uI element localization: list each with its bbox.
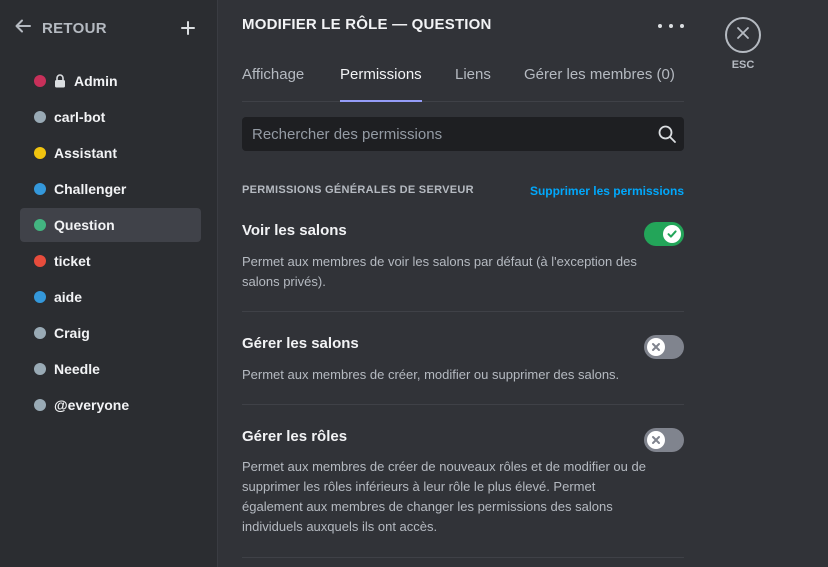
role-name: carl-bot <box>54 109 106 125</box>
toggle-knob <box>663 225 681 243</box>
page-title: MODIFIER LE RÔLE — QUESTION <box>242 16 492 33</box>
tab-links[interactable]: Liens <box>455 66 491 102</box>
role-list: Admin carl-bot Assistant Challenger Ques… <box>20 64 201 424</box>
role-name: aide <box>54 289 83 305</box>
permission-row-manage-channels: Gérer les salons Permet aux membres de c… <box>242 335 684 405</box>
toggle-knob <box>647 338 665 356</box>
section-header: PERMISSIONS GÉNÉRALES DE SERVEUR Supprim… <box>242 184 684 200</box>
permission-toggle[interactable] <box>644 335 684 359</box>
tab-display[interactable]: Affichage <box>242 66 304 102</box>
tab-manage-members[interactable]: Gérer les membres (0) <box>524 66 675 102</box>
permission-description: Permet aux membres de créer, modifier ou… <box>242 367 620 382</box>
search-icon <box>657 124 677 144</box>
section-title: PERMISSIONS GÉNÉRALES DE SERVEUR <box>242 184 474 196</box>
role-color-dot <box>34 75 46 87</box>
role-name: Needle <box>54 361 100 377</box>
permission-row-view-channels: Voir les salons Permet aux membres de vo… <box>242 222 684 312</box>
role-item-ticket[interactable]: ticket <box>20 244 201 278</box>
tab-bar: Affichage Permissions Liens Gérer les me… <box>242 56 684 102</box>
lock-icon <box>54 74 66 88</box>
role-item-question[interactable]: Question <box>20 208 201 242</box>
role-name: Assistant <box>54 145 118 161</box>
x-icon <box>650 434 662 446</box>
permission-name: Voir les salons <box>242 222 347 239</box>
more-options-button[interactable] <box>658 16 684 36</box>
role-item-carl-bot[interactable]: carl-bot <box>20 100 201 134</box>
role-name: Question <box>54 217 115 233</box>
role-item-admin[interactable]: Admin <box>20 64 201 98</box>
plus-icon <box>178 21 198 42</box>
search-input[interactable] <box>242 117 642 151</box>
role-color-dot <box>34 111 46 123</box>
toggle-knob <box>647 431 665 449</box>
role-color-dot <box>34 183 46 195</box>
clear-permissions-link[interactable]: Supprimer les permissions <box>530 184 684 198</box>
more-dot <box>680 24 684 28</box>
role-item-aide[interactable]: aide <box>20 280 201 314</box>
role-name: Craig <box>54 325 90 341</box>
role-color-dot <box>34 327 46 339</box>
role-editor: MODIFIER LE RÔLE — QUESTION Affichage Pe… <box>242 0 684 567</box>
permission-description: Permet aux membres de créer de nouveaux … <box>242 459 646 534</box>
permission-name: Gérer les salons <box>242 335 359 352</box>
permission-toggle[interactable] <box>644 428 684 452</box>
role-item-assistant[interactable]: Assistant <box>20 136 201 170</box>
role-color-dot <box>34 255 46 267</box>
back-button[interactable]: RETOUR <box>14 17 107 40</box>
close-area: ESC <box>725 17 763 71</box>
role-color-dot <box>34 399 46 411</box>
role-color-dot <box>34 363 46 375</box>
permission-row-manage-roles: Gérer les rôles Permet aux membres de cr… <box>242 428 684 558</box>
more-dot <box>658 24 662 28</box>
role-item-craig[interactable]: Craig <box>20 316 201 350</box>
checkmark-icon <box>666 228 678 240</box>
role-color-dot <box>34 219 46 231</box>
sidebar-header: RETOUR <box>14 16 204 40</box>
role-item-everyone[interactable]: @everyone <box>20 388 201 422</box>
permission-toggle[interactable] <box>644 222 684 246</box>
close-button[interactable] <box>725 17 761 53</box>
role-sidebar: RETOUR Admin carl-bot Assistant Challeng… <box>0 0 218 567</box>
close-icon <box>735 25 751 46</box>
tab-permissions[interactable]: Permissions <box>340 66 422 102</box>
role-name: Challenger <box>54 181 127 197</box>
role-name: Admin <box>74 73 118 89</box>
more-dot <box>669 24 673 28</box>
role-item-challenger[interactable]: Challenger <box>20 172 201 206</box>
esc-label: ESC <box>731 59 755 71</box>
arrow-left-icon <box>14 17 32 40</box>
role-color-dot <box>34 147 46 159</box>
permission-description: Permet aux membres de voir les salons pa… <box>242 254 637 289</box>
search-box <box>242 117 684 151</box>
permission-name: Gérer les rôles <box>242 428 348 445</box>
role-name: ticket <box>54 253 91 269</box>
x-icon <box>650 341 662 353</box>
role-name: @everyone <box>54 397 130 413</box>
add-role-button[interactable] <box>178 18 198 38</box>
role-item-needle[interactable]: Needle <box>20 352 201 386</box>
role-color-dot <box>34 291 46 303</box>
back-label: RETOUR <box>42 19 107 37</box>
